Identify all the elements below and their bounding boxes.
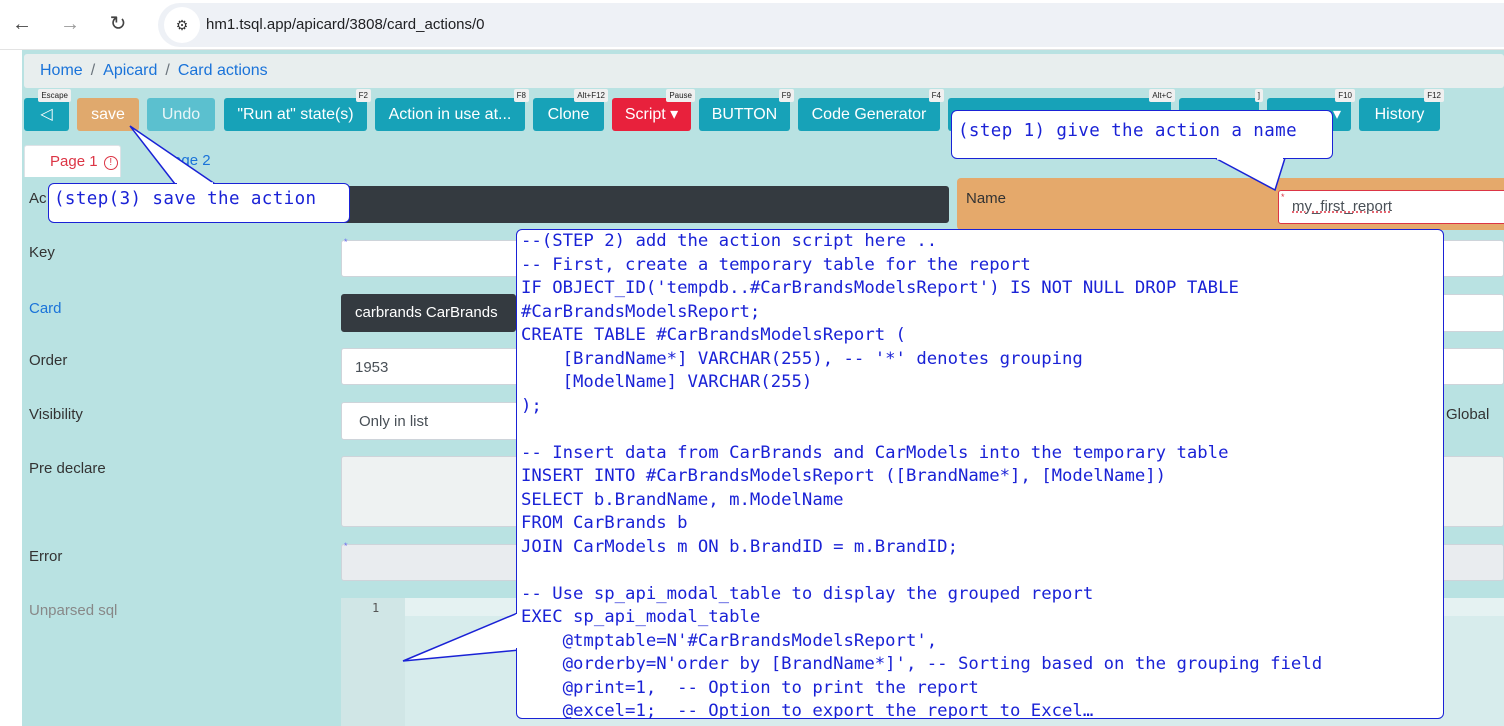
callout-pointer-joins: [177, 157, 1283, 648]
